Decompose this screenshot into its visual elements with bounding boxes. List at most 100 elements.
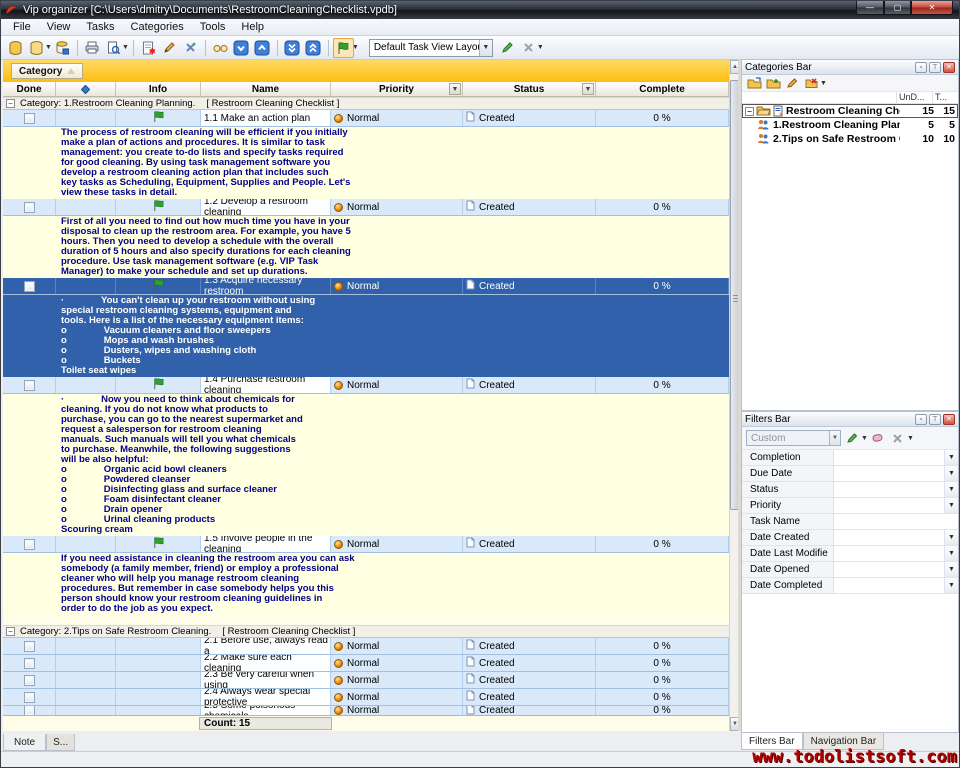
column-header-indicator[interactable] [56,82,116,96]
name-cell[interactable]: 1.1 Make an action plan [201,110,331,126]
filter-dropdown-icon[interactable]: ▼ [944,562,958,577]
done-checkbox[interactable] [24,675,35,686]
done-checkbox[interactable] [24,692,35,703]
column-header-done[interactable]: Done [3,82,56,96]
task-row[interactable]: 1.3 Acquire necessary restroomNormalCrea… [3,278,729,295]
status-cell[interactable]: Created [463,689,596,705]
filter-value[interactable] [834,578,944,593]
task-row[interactable]: 2.5 Some poisonous chemicalsNormalCreate… [3,706,729,715]
category-tree-item[interactable]: 2.Tips on Safe Restroom Cle1010 [742,132,958,146]
layout-combo-dropdown-icon[interactable]: ▼ [479,40,492,56]
category-tree-item[interactable]: 1.Restroom Cleaning Plannir55 [742,118,958,132]
filters-pin-button[interactable]: ⊤ [929,414,941,425]
filter-dropdown-icon[interactable]: ▼ [944,546,958,561]
menu-tasks[interactable]: Tasks [78,20,122,34]
menu-categories[interactable]: Categories [123,20,192,34]
collapse-all-button[interactable] [303,38,324,58]
menu-file[interactable]: File [5,20,39,34]
name-cell[interactable]: 2.3 Be very careful when using [201,672,331,688]
category-tree-root[interactable]: −Restroom Cleaning Checklist1515 [742,104,958,118]
name-cell[interactable]: 2.5 Some poisonous chemicals [201,706,331,715]
priority-cell[interactable]: Normal [331,655,463,671]
group-row[interactable]: −Category: 2.Tips on Safe Restroom Clean… [3,625,729,638]
apply-filter-button[interactable] [844,431,860,445]
priority-cell[interactable]: Normal [331,536,463,552]
delete-layout-button[interactable] [518,38,539,58]
complete-cell[interactable]: 0 % [596,536,729,552]
new-category-button[interactable] [746,76,762,90]
task-row[interactable]: 2.4 Always wear special protectiveNormal… [3,689,729,706]
filters-close-button[interactable]: ✕ [943,414,955,425]
status-cell[interactable]: Created [463,278,596,294]
categories-restore-button[interactable]: ▫ [915,62,927,73]
edit-category-button[interactable] [784,76,800,90]
status-filter-dropdown[interactable]: ▼ [582,83,594,95]
priority-cell[interactable]: Normal [331,672,463,688]
menu-tools[interactable]: Tools [192,20,234,34]
filter-value[interactable] [834,450,944,465]
done-checkbox[interactable] [24,113,35,124]
filter-value[interactable] [834,482,944,497]
complete-cell[interactable]: 0 % [596,706,729,715]
column-header-status[interactable]: Status▼ [463,82,596,96]
filter-dropdown-icon[interactable]: ▼ [944,450,958,465]
priority-cell[interactable]: Normal [331,199,463,215]
filter-value[interactable] [834,562,944,577]
new-database-button[interactable] [5,38,26,58]
done-checkbox[interactable] [24,706,35,715]
filters-toolbar-overflow-icon[interactable]: ▼ [907,435,914,442]
priority-cell[interactable]: Normal [331,706,463,715]
delete-task-button[interactable] [180,38,201,58]
status-cell[interactable]: Created [463,536,596,552]
priority-cell[interactable]: Normal [331,278,463,294]
highlight-flag-button[interactable] [333,38,354,58]
view-glasses-button[interactable] [210,38,231,58]
maximize-button[interactable]: ▢ [884,1,911,15]
status-cell[interactable]: Created [463,672,596,688]
task-row[interactable]: 1.5 Involve people in the cleaningNormal… [3,536,729,553]
expand-all-button[interactable] [282,38,303,58]
status-cell[interactable]: Created [463,199,596,215]
filter-value[interactable] [834,466,944,481]
complete-cell[interactable]: 0 % [596,672,729,688]
status-cell[interactable]: Created [463,110,596,126]
undone-column-header[interactable]: UnD... [896,92,932,103]
name-cell[interactable]: 2.2 Make sure each cleaning [201,655,331,671]
complete-cell[interactable]: 0 % [596,199,729,215]
done-checkbox[interactable] [24,658,35,669]
complete-cell[interactable]: 0 % [596,689,729,705]
name-cell[interactable]: 1.3 Acquire necessary restroom [201,278,331,294]
task-row[interactable]: 2.2 Make sure each cleaningNormalCreated… [3,655,729,672]
print-preview-button[interactable] [103,38,124,58]
task-row[interactable]: 2.1 Before use, always read aNormalCreat… [3,638,729,655]
done-checkbox[interactable] [24,281,35,292]
status-cell[interactable]: Created [463,638,596,654]
print-button[interactable] [82,38,103,58]
task-row[interactable]: 1.2 Develop a restroom cleaningNormalCre… [3,199,729,216]
column-header-info[interactable]: Info [116,82,201,96]
priority-cell[interactable]: Normal [331,377,463,393]
status-cell[interactable]: Created [463,377,596,393]
priority-cell[interactable]: Normal [331,689,463,705]
filter-value[interactable] [834,514,958,529]
categories-toolbar-overflow-icon[interactable]: ▼ [820,80,827,87]
filter-preset-combo[interactable]: Custom ▼ [746,430,841,446]
new-subcategory-button[interactable] [765,76,781,90]
name-cell[interactable]: 1.5 Involve people in the cleaning [201,536,331,552]
close-button[interactable]: ✕ [911,1,953,15]
priority-cell[interactable]: Normal [331,110,463,126]
filter-value[interactable] [834,530,944,545]
minimize-button[interactable]: — [856,1,884,15]
menu-view[interactable]: View [39,20,79,34]
task-row[interactable]: 2.3 Be very careful when usingNormalCrea… [3,672,729,689]
total-column-header[interactable]: T... [932,92,958,103]
column-header-complete[interactable]: Complete [596,82,729,96]
open-database-button[interactable] [26,38,47,58]
column-header-priority[interactable]: Priority▼ [331,82,463,96]
save-database-button[interactable] [52,38,73,58]
complete-cell[interactable]: 0 % [596,278,729,294]
group-by-category-button[interactable]: Category [11,63,83,79]
name-cell[interactable]: 1.2 Develop a restroom cleaning [201,199,331,215]
done-checkbox[interactable] [24,380,35,391]
status-cell[interactable]: Created [463,706,596,715]
